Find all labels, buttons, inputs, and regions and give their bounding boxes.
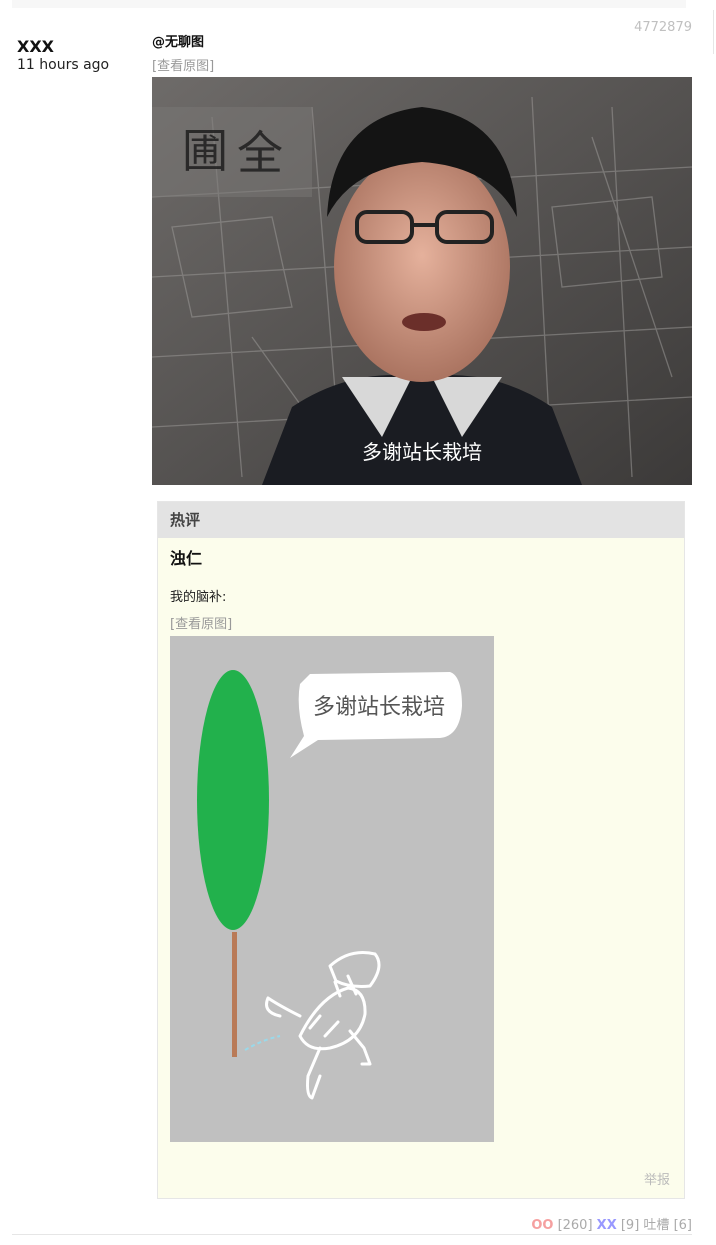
doodle-illustration: 多谢站长栽培 [170, 636, 494, 1142]
hot-comment-text: 我的脑补: [170, 590, 227, 605]
post-time: 11 hours ago [17, 57, 110, 73]
hot-view-original-link[interactable]: [查看原图] [170, 613, 232, 632]
xx-count: [9] [620, 1218, 640, 1233]
post-image[interactable]: 圃 全 多谢站长栽培 [152, 77, 692, 485]
svg-text:全: 全 [237, 126, 283, 180]
right-divider [713, 10, 714, 54]
mention-link[interactable]: @无聊图 [152, 31, 204, 50]
post-author[interactable]: XXX [17, 37, 54, 56]
bottom-divider [12, 1234, 692, 1235]
hot-comment-box: 热评 浊仁 我的脑补: [查看原图] 多谢站长栽培 举报 [157, 501, 685, 1199]
xx-button[interactable]: XX [597, 1218, 617, 1233]
oo-count: [260] [557, 1218, 593, 1233]
view-original-link[interactable]: [查看原图] [152, 55, 214, 74]
oo-button[interactable]: OO [531, 1218, 553, 1233]
svg-text:圃: 圃 [182, 124, 228, 178]
image-caption: 多谢站长栽培 [362, 440, 482, 464]
movie-still-illustration: 圃 全 多谢站长栽培 [152, 77, 692, 485]
drawing-caption: 多谢站长栽培 [313, 695, 445, 720]
hot-comment-image[interactable]: 多谢站长栽培 [170, 636, 494, 1142]
vote-bar: OO [260] XX [9] 吐槽 [6] [531, 1214, 692, 1233]
tucao-button[interactable]: 吐槽 [643, 1218, 669, 1233]
hot-comment-author[interactable]: 浊仁 [170, 545, 202, 569]
tucao-count: [6] [673, 1218, 692, 1233]
report-link[interactable]: 举报 [644, 1169, 670, 1188]
hot-comment-header: 热评 [158, 502, 684, 538]
post-id[interactable]: 4772879 [634, 20, 692, 35]
top-divider [12, 0, 686, 8]
